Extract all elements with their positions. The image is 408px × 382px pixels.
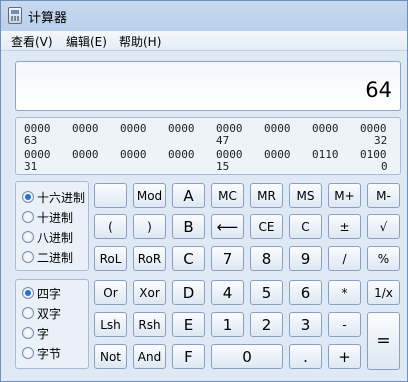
reciprocal-button[interactable]: 1/x — [367, 280, 400, 305]
bit-group[interactable]: 0000 — [264, 122, 291, 135]
equals-button[interactable]: = — [367, 312, 400, 370]
menu-view[interactable]: 查看(V) — [11, 33, 53, 50]
bit-group[interactable]: 0000 — [120, 148, 147, 161]
not-button[interactable]: Not — [94, 344, 127, 369]
blank-button[interactable] — [94, 183, 127, 208]
rotate-right-button[interactable]: RoR — [133, 246, 166, 271]
radio-label: 十进制 — [37, 210, 74, 225]
left-shift-button[interactable]: Lsh — [94, 312, 127, 337]
bit-group[interactable]: 0000 — [72, 122, 99, 135]
radio-button[interactable] — [22, 287, 34, 299]
bit-group[interactable]: 0000 — [312, 122, 339, 135]
memory-add-button[interactable]: M+ — [328, 183, 361, 208]
binary-bit-panel: 0000 0000 0000 0000 0000 0000 0000 0000 … — [15, 117, 401, 175]
calculator-icon — [8, 7, 22, 24]
digit-8-button[interactable]: 8 — [250, 246, 283, 271]
calculator-window: 计算器 查看(V) 编辑(E) 帮助(H) 64 0000 0000 0000 … — [0, 0, 408, 382]
display-value: 64 — [365, 78, 392, 102]
right-paren-button[interactable]: ) — [133, 214, 166, 239]
radio-label: 字节 — [37, 346, 62, 361]
radio-qword[interactable]: 四字 — [22, 284, 61, 302]
divide-button[interactable]: / — [328, 246, 361, 271]
radio-button[interactable] — [22, 347, 34, 359]
radio-hex[interactable]: 十六进制 — [22, 188, 85, 206]
radio-byte[interactable]: 字节 — [22, 344, 61, 362]
digit-6-button[interactable]: 6 — [289, 280, 322, 305]
clear-entry-button[interactable]: CE — [250, 214, 283, 239]
menu-edit[interactable]: 编辑(E) — [66, 33, 107, 50]
digit-9-button[interactable]: 9 — [289, 246, 322, 271]
radio-decimal[interactable]: 十进制 — [22, 208, 73, 226]
xor-button[interactable]: Xor — [133, 280, 166, 305]
negate-button[interactable]: ± — [328, 214, 361, 239]
bit-group[interactable]: 0000 — [120, 122, 147, 135]
window-title: 计算器 — [28, 11, 68, 26]
digit-1-button[interactable]: 1 — [211, 312, 244, 337]
hex-a-button[interactable]: A — [172, 183, 205, 208]
bit-group[interactable]: 0000 — [72, 148, 99, 161]
radio-label: 四字 — [37, 286, 62, 301]
radio-label: 八进制 — [37, 230, 74, 245]
bit-position-label: 0 — [381, 160, 388, 173]
radio-word[interactable]: 字 — [22, 324, 49, 342]
radio-label: 十六进制 — [37, 190, 86, 205]
hex-b-button[interactable]: B — [172, 214, 205, 239]
radio-button[interactable] — [22, 251, 34, 263]
mod-button[interactable]: Mod — [133, 183, 166, 208]
bit-position-label: 31 — [24, 160, 38, 173]
hex-f-button[interactable]: F — [172, 344, 205, 369]
radio-label: 字 — [37, 326, 50, 341]
bit-group[interactable]: 0000 — [168, 148, 195, 161]
title-bar[interactable]: 计算器 — [1, 1, 407, 31]
add-button[interactable]: + — [328, 344, 361, 369]
square-root-button[interactable]: √ — [367, 214, 400, 239]
left-paren-button[interactable]: ( — [94, 214, 127, 239]
digit-2-button[interactable]: 2 — [250, 312, 283, 337]
digit-0-button[interactable]: 0 — [211, 344, 283, 369]
radio-button[interactable] — [22, 307, 34, 319]
digit-5-button[interactable]: 5 — [250, 280, 283, 305]
result-display: 64 — [15, 61, 401, 111]
digit-7-button[interactable]: 7 — [211, 246, 244, 271]
radio-button[interactable] — [22, 327, 34, 339]
backspace-button[interactable]: ⟵ — [211, 214, 244, 239]
radio-octal[interactable]: 八进制 — [22, 228, 73, 246]
menu-bar: 查看(V) 编辑(E) 帮助(H) — [1, 31, 407, 51]
hex-e-button[interactable]: E — [172, 312, 205, 337]
radio-label: 二进制 — [37, 250, 74, 265]
bit-position-label: 32 — [374, 134, 388, 147]
bit-position-label: 63 — [24, 134, 38, 147]
bit-position-label: 15 — [216, 160, 230, 173]
hex-c-button[interactable]: C — [172, 246, 205, 271]
bit-position-label: 47 — [216, 134, 230, 147]
or-button[interactable]: Or — [94, 280, 127, 305]
multiply-button[interactable]: * — [328, 280, 361, 305]
word-size-group: 四字 双字 字 字节 — [15, 279, 89, 369]
memory-recall-button[interactable]: MR — [250, 183, 283, 208]
bit-group[interactable]: 0000 — [264, 148, 291, 161]
radio-label: 双字 — [37, 306, 62, 321]
radio-button[interactable] — [22, 191, 34, 203]
bit-group[interactable]: 0000 — [168, 122, 195, 135]
memory-clear-button[interactable]: MC — [211, 183, 244, 208]
bit-group[interactable]: 0110 — [312, 148, 339, 161]
rotate-left-button[interactable]: RoL — [94, 246, 127, 271]
memory-subtract-button[interactable]: M- — [367, 183, 400, 208]
subtract-button[interactable]: - — [328, 312, 361, 337]
menu-help[interactable]: 帮助(H) — [119, 33, 161, 50]
clear-button[interactable]: C — [289, 214, 322, 239]
number-base-group: 十六进制 十进制 八进制 二进制 — [15, 181, 89, 271]
radio-dword[interactable]: 双字 — [22, 304, 61, 322]
and-button[interactable]: And — [133, 344, 166, 369]
right-shift-button[interactable]: Rsh — [133, 312, 166, 337]
radio-button[interactable] — [22, 211, 34, 223]
digit-3-button[interactable]: 3 — [289, 312, 322, 337]
decimal-point-button[interactable]: . — [289, 344, 322, 369]
radio-binary[interactable]: 二进制 — [22, 248, 73, 266]
memory-store-button[interactable]: MS — [289, 183, 322, 208]
digit-4-button[interactable]: 4 — [211, 280, 244, 305]
percent-button[interactable]: % — [367, 246, 400, 271]
hex-d-button[interactable]: D — [172, 280, 205, 305]
radio-button[interactable] — [22, 231, 34, 243]
